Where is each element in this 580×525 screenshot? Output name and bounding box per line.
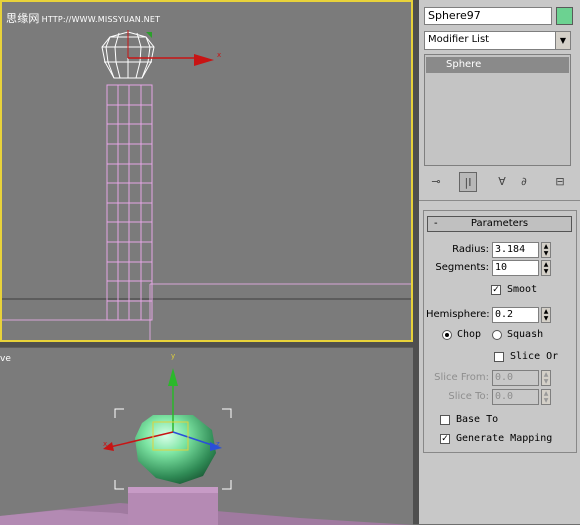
chop-label: Chop — [457, 329, 482, 340]
rollout-title: Parameters — [470, 218, 529, 229]
perspective-viewport-scene: y x z — [0, 352, 413, 525]
top-x-axis-label: x — [217, 51, 221, 59]
modifier-list-dropdown[interactable]: Modifier List ▼ — [424, 31, 571, 50]
show-end-result-icon[interactable]: |I — [459, 172, 477, 192]
squash-label: Squash — [507, 329, 544, 340]
top-viewport-scene: x — [2, 30, 411, 340]
panel-empty-area — [419, 455, 580, 524]
separator — [419, 200, 580, 201]
smooth-checkbox[interactable]: ✓ — [491, 285, 501, 295]
watermark: 思缘网 HTTP://WWW.MISSYUAN.NET — [6, 12, 161, 25]
squash-radio[interactable] — [492, 330, 502, 340]
segments-spinner[interactable]: ▲ ▼ — [541, 260, 551, 276]
slice-from-spinner[interactable]: ▲ ▼ — [541, 370, 551, 386]
slice-to-spinner[interactable]: ▲ ▼ — [541, 389, 551, 405]
object-color-swatch[interactable] — [556, 7, 573, 25]
smooth-label: Smoot — [507, 284, 538, 295]
modifier-list-label: Modifier List — [428, 34, 490, 45]
stack-toolbar: ⊸ |I ∀ ∂ ⊟ — [427, 172, 573, 194]
generate-mapping-label: Generate Mapping — [456, 433, 553, 444]
slice-to-label: Slice To: — [448, 391, 489, 402]
configure-modifier-sets-icon[interactable]: ⊟ — [551, 172, 569, 192]
hemisphere-label: Hemisphere: — [426, 309, 490, 320]
chop-radio[interactable] — [442, 330, 452, 340]
pillar-wireframe — [106, 84, 153, 321]
z-axis-label: z — [216, 440, 220, 448]
slice-on-label: Slice Or — [510, 351, 559, 362]
slice-to-input[interactable]: 0.0 — [492, 389, 539, 405]
viewport-top[interactable]: x 思缘网 HTTP://WWW.MISSYUAN.NET — [0, 0, 413, 342]
slice-on-checkbox[interactable] — [494, 352, 504, 362]
object-name-field[interactable]: Sphere97 — [424, 7, 552, 25]
parameters-rollout-header[interactable]: - Parameters — [427, 216, 572, 232]
parameters-rollout: - Parameters Radius: 3.184 ▲ ▼ Segments: … — [423, 210, 577, 453]
slice-from-input[interactable]: 0.0 — [492, 370, 539, 386]
command-panel: Sphere97 Modifier List ▼ Sphere ⊸ |I ∀ ∂… — [419, 0, 580, 524]
remove-modifier-icon[interactable]: ∂ — [515, 172, 533, 192]
base-to-pivot-checkbox[interactable] — [440, 415, 450, 425]
y-axis-label: y — [171, 352, 175, 360]
segments-label: Segments: — [435, 262, 489, 273]
hemisphere-spinner[interactable]: ▲ ▼ — [541, 307, 551, 323]
radius-label: Radius: — [452, 244, 489, 255]
make-unique-icon[interactable]: ∀ — [493, 172, 511, 192]
modifier-stack[interactable]: Sphere — [424, 54, 571, 166]
stack-item-sphere[interactable]: Sphere — [426, 57, 569, 73]
generate-mapping-checkbox[interactable]: ✓ — [440, 434, 450, 444]
x-axis-label: x — [103, 440, 107, 448]
radius-spinner[interactable]: ▲ ▼ — [541, 242, 551, 258]
viewport-perspective[interactable]: ve y x z — [0, 347, 413, 525]
pin-stack-icon[interactable]: ⊸ — [427, 172, 445, 192]
radius-input[interactable]: 3.184 — [492, 242, 539, 258]
slice-from-label: Slice From: — [434, 372, 489, 383]
hemisphere-input[interactable]: 0.2 — [492, 307, 539, 323]
dropdown-arrow-icon[interactable]: ▼ — [555, 32, 570, 49]
base-to-pivot-label: Base To — [456, 414, 499, 425]
segments-input[interactable]: 10 — [492, 260, 539, 276]
